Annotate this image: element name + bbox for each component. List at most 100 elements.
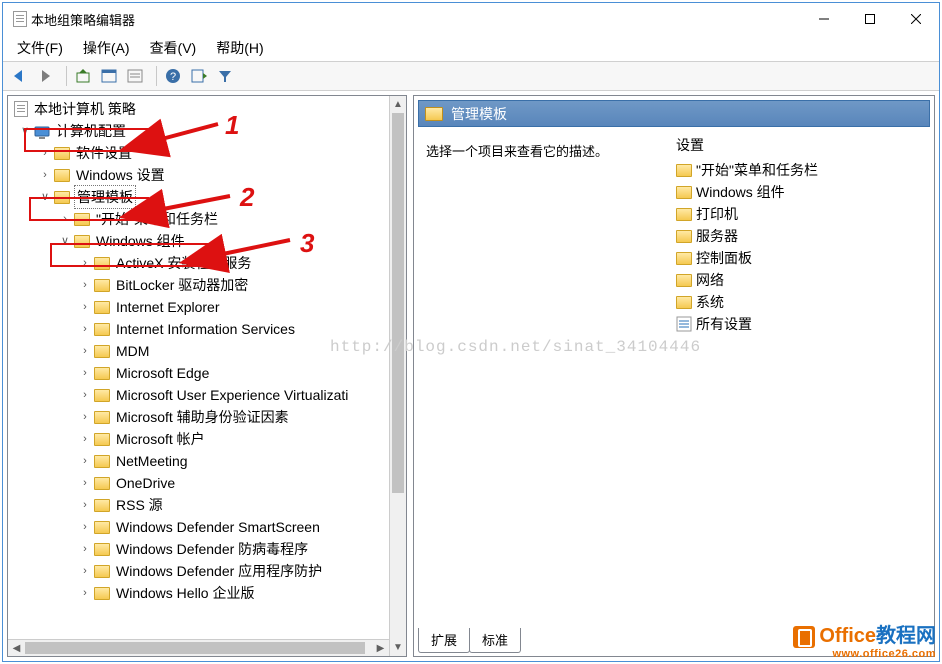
expand-icon[interactable]: ›	[78, 494, 92, 516]
tree-item-label: 软件设置	[74, 142, 134, 164]
scroll-down-button[interactable]: ▼	[390, 639, 406, 656]
minimize-button[interactable]	[801, 3, 847, 35]
scroll-track[interactable]	[25, 640, 372, 656]
tree-item[interactable]: › Internet Explorer	[8, 296, 406, 318]
tree-item[interactable]: › Microsoft User Experience Virtualizati	[8, 384, 406, 406]
details-body: 选择一个项目来查看它的描述。 设置 "开始"菜单和任务栏Windows 组件打印…	[414, 131, 934, 626]
scroll-thumb[interactable]	[392, 113, 404, 493]
horizontal-scrollbar[interactable]: ◀ ▶	[8, 639, 389, 656]
collapse-icon[interactable]: ∨	[58, 230, 72, 252]
folder-icon	[94, 433, 110, 446]
tree-item[interactable]: ›ActiveX 安装程序服务	[8, 252, 406, 274]
folder-icon	[94, 301, 110, 314]
tree-windows-components[interactable]: ∨ Windows 组件	[8, 230, 406, 252]
expand-icon[interactable]: ›	[78, 472, 92, 494]
up-button[interactable]	[71, 64, 95, 88]
properties-button[interactable]	[123, 64, 147, 88]
details-header-title: 管理模板	[451, 104, 507, 124]
list-item[interactable]: 控制面板	[676, 247, 930, 269]
tree-item-label: Windows Hello 企业版	[114, 582, 256, 604]
tree-item[interactable]: ›RSS 源	[8, 494, 406, 516]
scroll-thumb[interactable]	[25, 642, 365, 654]
list-item-label: 服务器	[696, 226, 738, 246]
export-button[interactable]	[187, 64, 211, 88]
expand-icon[interactable]: ›	[58, 208, 72, 230]
list-item-all-settings[interactable]: 所有设置	[676, 313, 930, 335]
collapse-icon[interactable]: ∨	[38, 186, 52, 208]
tab-standard[interactable]: 标准	[469, 628, 521, 653]
expand-icon[interactable]: ›	[78, 516, 92, 538]
tree-item[interactable]: ›Microsoft 帐户	[8, 428, 406, 450]
tree-item[interactable]: ›MDM	[8, 340, 406, 362]
expand-icon[interactable]: ›	[38, 142, 52, 164]
scroll-track[interactable]	[390, 113, 406, 639]
expand-icon[interactable]: ›	[78, 450, 92, 472]
back-button[interactable]	[7, 64, 31, 88]
expand-icon[interactable]: ›	[78, 362, 92, 384]
description-prompt: 选择一个项目来查看它的描述。	[426, 144, 608, 159]
expand-icon[interactable]: ›	[78, 428, 92, 450]
window: 本地组策略编辑器 文件(F) 操作(A) 查看(V) 帮助(H) ?	[2, 2, 940, 662]
tree-windows-settings[interactable]: › Windows 设置	[8, 164, 406, 186]
list-item[interactable]: 网络	[676, 269, 930, 291]
collapse-icon[interactable]: ∨	[18, 120, 32, 142]
expand-icon[interactable]: ›	[78, 384, 92, 406]
menu-help[interactable]: 帮助(H)	[206, 36, 273, 60]
folder-icon	[94, 323, 110, 336]
expand-icon[interactable]: ›	[38, 164, 52, 186]
menu-action[interactable]: 操作(A)	[73, 36, 140, 60]
toolbar-separator	[61, 66, 67, 86]
menu-file[interactable]: 文件(F)	[7, 36, 73, 60]
expand-icon[interactable]: ›	[78, 340, 92, 362]
expand-icon[interactable]: ›	[78, 538, 92, 560]
vertical-scrollbar[interactable]: ▲ ▼	[389, 96, 406, 656]
list-item[interactable]: Windows 组件	[676, 181, 930, 203]
list-item[interactable]: 打印机	[676, 203, 930, 225]
tree-root[interactable]: 本地计算机 策略	[8, 98, 406, 120]
list-item[interactable]: "开始"菜单和任务栏	[676, 159, 930, 181]
maximize-button[interactable]	[847, 3, 893, 35]
settings-column-header[interactable]: 设置	[676, 135, 930, 155]
tree-computer-config[interactable]: ∨ 计算机配置	[8, 120, 406, 142]
tree-item[interactable]: ›Internet Information Services	[8, 318, 406, 340]
folder-icon	[74, 213, 90, 226]
help-button[interactable]: ?	[161, 64, 185, 88]
tree-item[interactable]: ›Microsoft 辅助身份验证因素	[8, 406, 406, 428]
tree-software-settings[interactable]: › 软件设置	[8, 142, 406, 164]
filter-button[interactable]	[213, 64, 237, 88]
folder-icon	[94, 257, 110, 270]
tree-item[interactable]: ›NetMeeting	[8, 450, 406, 472]
menu-view[interactable]: 查看(V)	[140, 36, 207, 60]
forward-button[interactable]	[33, 64, 57, 88]
tree-item[interactable]: ›Windows Defender 应用程序防护	[8, 560, 406, 582]
tree-item-label: 管理模板	[74, 185, 136, 209]
expand-icon[interactable]: ›	[78, 582, 92, 604]
details-header: 管理模板	[418, 100, 930, 127]
tree-item[interactable]: › Windows Hello 企业版	[8, 582, 406, 604]
expand-icon[interactable]: ›	[78, 252, 92, 274]
expand-icon[interactable]: ›	[78, 406, 92, 428]
scroll-up-button[interactable]: ▲	[390, 96, 406, 113]
list-item[interactable]: 服务器	[676, 225, 930, 247]
tree-item-label: BitLocker 驱动器加密	[114, 274, 250, 296]
folder-icon	[676, 208, 692, 221]
expand-icon[interactable]: ›	[78, 274, 92, 296]
scroll-left-button[interactable]: ◀	[8, 640, 25, 656]
tree-admin-templates[interactable]: ∨ 管理模板	[8, 186, 406, 208]
close-button[interactable]	[893, 3, 939, 35]
expand-icon[interactable]: ›	[78, 560, 92, 582]
tree-item[interactable]: ›Microsoft Edge	[8, 362, 406, 384]
tree-item[interactable]: ›OneDrive	[8, 472, 406, 494]
scroll-right-button[interactable]: ▶	[372, 640, 389, 656]
expand-icon[interactable]: ›	[78, 318, 92, 340]
tab-extended[interactable]: 扩展	[418, 628, 470, 653]
tree-item[interactable]: ›Windows Defender 防病毒程序	[8, 538, 406, 560]
show-hide-tree-button[interactable]	[97, 64, 121, 88]
list-item[interactable]: 系统	[676, 291, 930, 313]
expand-icon[interactable]: ›	[78, 296, 92, 318]
tree-item[interactable]: ›Windows Defender SmartScreen	[8, 516, 406, 538]
tree-item[interactable]: › BitLocker 驱动器加密	[8, 274, 406, 296]
tree-start-taskbar[interactable]: › "开始"菜单和任务栏	[8, 208, 406, 230]
tree-item-label: Internet Explorer	[114, 296, 222, 318]
tree-item-label: Microsoft User Experience Virtualizati	[114, 384, 350, 406]
